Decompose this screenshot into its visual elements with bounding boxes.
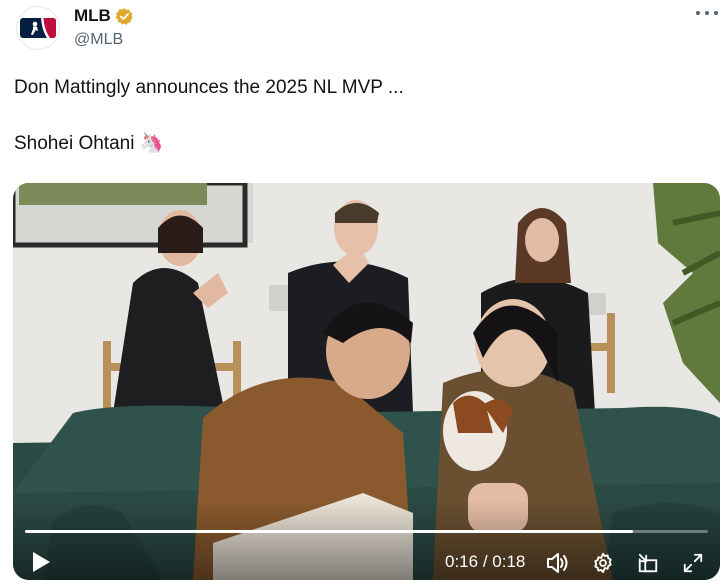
video-player[interactable]: 0:16 / 0:18 bbox=[13, 183, 720, 580]
display-name[interactable]: MLB bbox=[74, 6, 111, 26]
video-controls: 0:16 / 0:18 bbox=[13, 500, 720, 580]
time-separator: / bbox=[482, 552, 488, 571]
mlb-logo-icon bbox=[20, 18, 56, 38]
play-icon[interactable] bbox=[29, 550, 53, 574]
tweet-text-line-2: Shohei Ohtani 🦄 bbox=[14, 133, 164, 154]
verified-badge-icon bbox=[115, 7, 133, 25]
fullscreen-icon[interactable] bbox=[680, 550, 706, 576]
video-progress-bar[interactable] bbox=[25, 530, 708, 533]
account-handle[interactable]: @MLB bbox=[74, 31, 123, 49]
volume-icon[interactable] bbox=[545, 550, 571, 576]
more-options-icon[interactable] bbox=[696, 6, 718, 20]
tweet-text-line-1: Don Mattingly announces the 2025 NL MVP … bbox=[14, 77, 404, 98]
account-avatar[interactable] bbox=[16, 6, 60, 50]
settings-icon[interactable] bbox=[590, 550, 616, 576]
pip-icon[interactable] bbox=[635, 550, 661, 576]
tweet-text: Don Mattingly announces the 2025 NL MVP … bbox=[14, 76, 714, 156]
duration: 0:18 bbox=[492, 552, 526, 571]
current-time: 0:16 bbox=[445, 552, 479, 571]
video-timestamp: 0:16 / 0:18 bbox=[445, 552, 525, 572]
tweet-header: MLB @MLB bbox=[0, 0, 728, 60]
video-progress-fill bbox=[25, 530, 633, 533]
